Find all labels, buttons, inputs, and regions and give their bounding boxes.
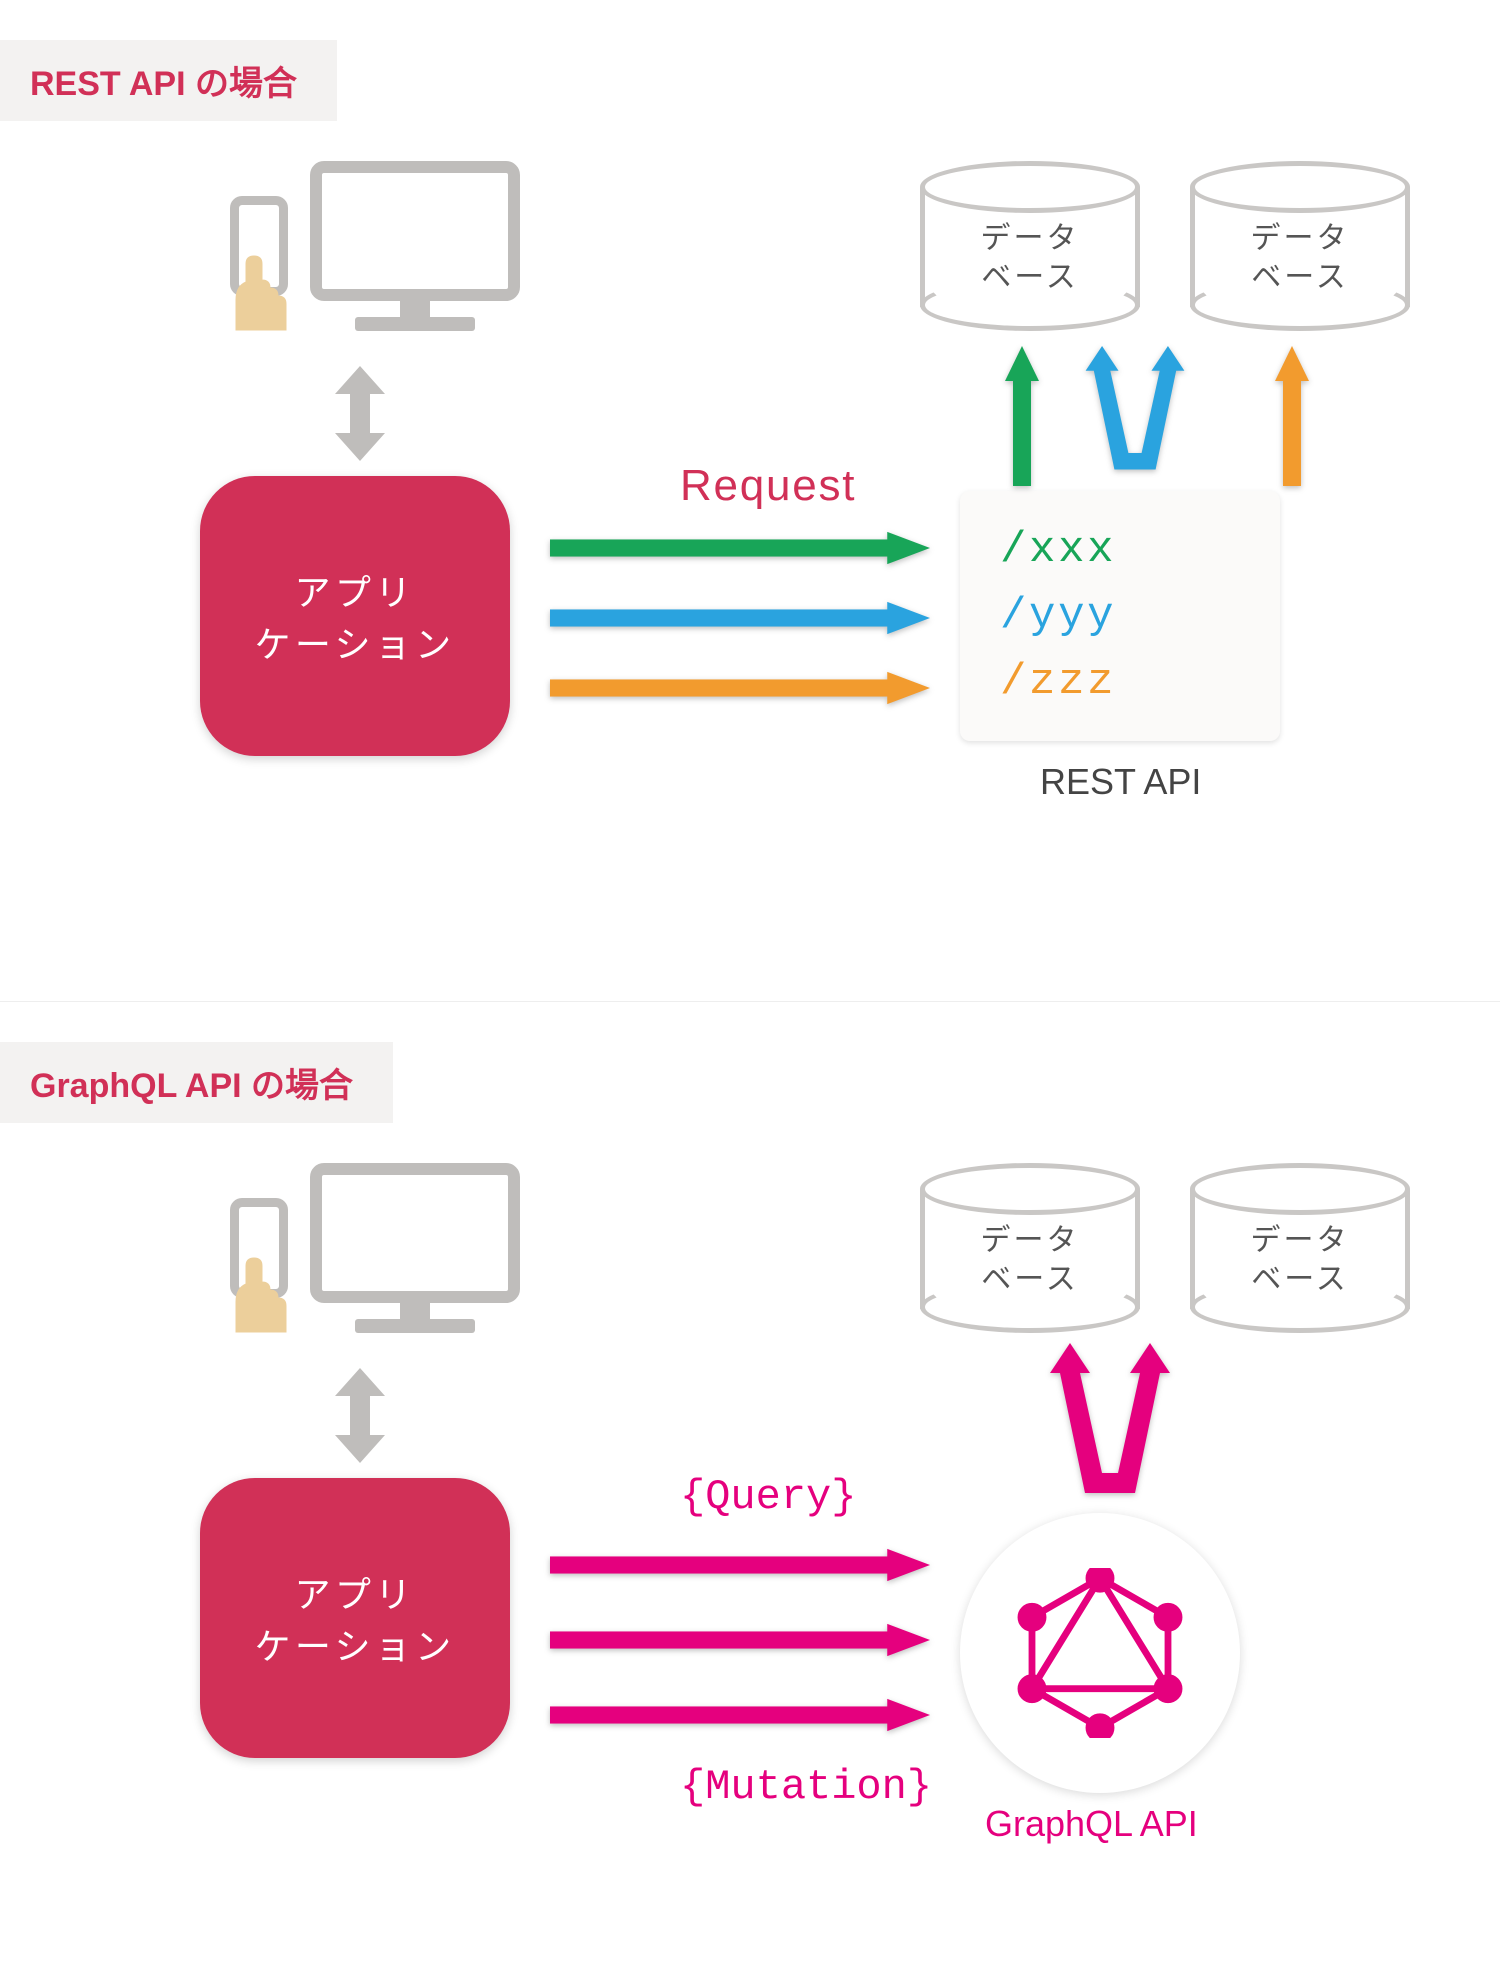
monitor-icon [310,1163,520,1338]
client-devices [230,1163,530,1348]
gql-arrow-2 [550,1623,930,1657]
graphql-section: GraphQL API の場合 アプリ ケーション {Query} {Mutat… [0,1002,1500,1983]
endpoint-xxx: /xxx [1000,525,1240,575]
database-2: データベース [1190,161,1410,331]
gql-db-arrow [1050,1343,1170,1513]
endpoint-yyy: /yyy [1000,591,1240,641]
request-arrow-green [550,531,930,565]
graphql-title: GraphQL API の場合 [0,1042,393,1123]
mutation-label: {Mutation} [680,1763,932,1811]
db-arrow-blue-v [1075,346,1195,486]
application-box: アプリ ケーション [200,1478,510,1758]
hand-icon [218,252,298,332]
graphql-node [960,1513,1240,1793]
request-arrow-orange [550,671,930,705]
rest-section: REST API の場合 アプリ ケーション Request [0,0,1500,1002]
query-label: {Query} [680,1473,856,1521]
db-arrow-green [1005,346,1039,486]
client-app-arrow [330,1368,390,1463]
request-label: Request [680,461,856,511]
gql-arrow-1 [550,1548,930,1582]
client-app-arrow [330,366,390,461]
monitor-icon [310,161,520,336]
hand-icon [218,1254,298,1334]
db-arrow-orange [1275,346,1309,486]
request-arrow-blue [550,601,930,635]
app-label-1: アプリ [200,564,510,616]
graphql-logo-icon [1015,1568,1185,1738]
app-label-2: ケーション [200,1618,510,1670]
database-1: データベース [920,161,1140,331]
application-box: アプリ ケーション [200,476,510,756]
database-2: データベース [1190,1163,1410,1333]
database-1: データベース [920,1163,1140,1333]
graphql-caption: GraphQL API [985,1803,1198,1845]
app-label-2: ケーション [200,616,510,668]
endpoint-zzz: /zzz [1000,657,1240,707]
rest-title: REST API の場合 [0,40,337,121]
rest-api-caption: REST API [1040,761,1201,803]
gql-arrow-3 [550,1698,930,1732]
client-devices [230,161,530,346]
app-label-1: アプリ [200,1566,510,1618]
rest-api-box: /xxx /yyy /zzz [960,491,1280,741]
